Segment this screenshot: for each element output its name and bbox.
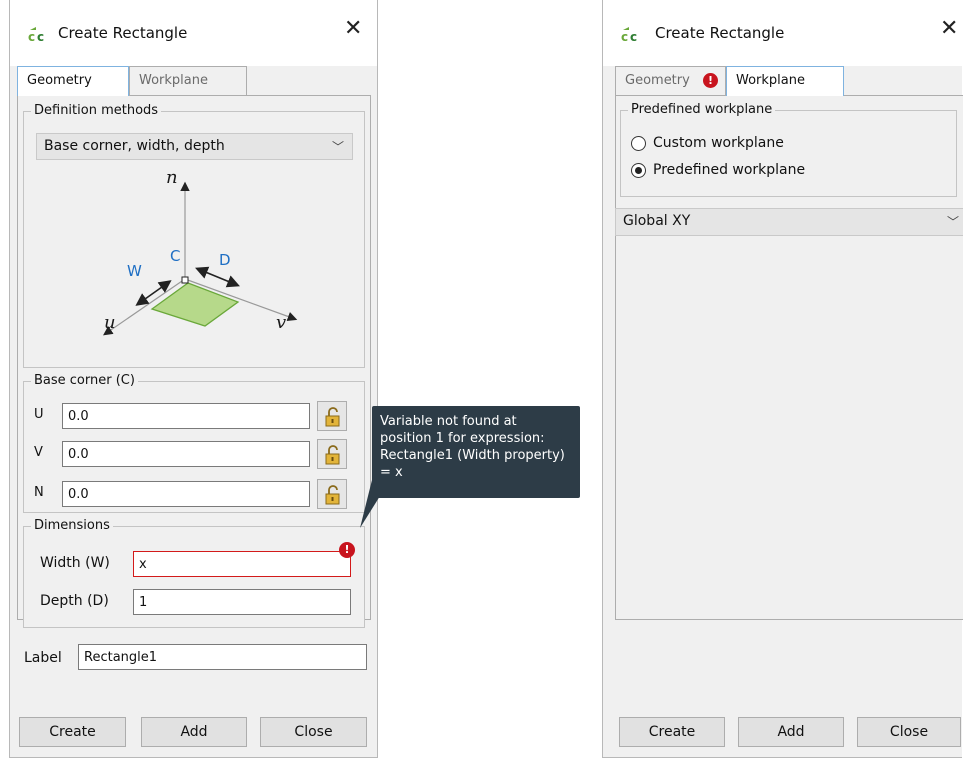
definition-methods-group: Definition methods Base corner, width, d… xyxy=(23,103,365,368)
definition-method-select[interactable]: Base corner, width, depth ﹀ xyxy=(36,133,353,160)
group-title: Definition methods xyxy=(31,103,162,118)
lock-u-button[interactable] xyxy=(317,401,347,431)
error-icon: ! xyxy=(339,542,355,558)
unlock-icon xyxy=(325,407,340,427)
left-title-bar: c c Create Rectangle ✕ xyxy=(10,0,377,66)
selected-value: Global XY xyxy=(623,213,691,229)
depth-input[interactable]: 1 xyxy=(133,589,351,615)
field-label-v: V xyxy=(34,445,43,460)
radio-label: Predefined workplane xyxy=(653,162,806,178)
svg-text:c: c xyxy=(37,30,44,42)
predefined-workplane-group: Predefined workplane Custom workplane Pr… xyxy=(620,102,957,197)
group-title: Dimensions xyxy=(31,518,113,533)
tab-geometry[interactable]: Geometry ! xyxy=(615,66,726,95)
chevron-down-icon: ﹀ xyxy=(331,140,344,154)
unlock-icon xyxy=(325,485,340,505)
svg-text:c: c xyxy=(621,30,628,42)
dimension-label-w: W xyxy=(127,262,142,280)
u-coordinate-input[interactable]: 0.0 xyxy=(62,403,310,429)
dimension-label-c: C xyxy=(170,247,181,265)
selected-value: Base corner, width, depth xyxy=(44,138,225,154)
radio-button[interactable] xyxy=(631,136,646,151)
lock-v-button[interactable] xyxy=(317,439,347,469)
tab-label: Workplane xyxy=(736,73,805,88)
close-button[interactable]: Close xyxy=(260,717,367,747)
tab-label: Geometry xyxy=(27,73,92,88)
dimensions-group: Dimensions Width (W) x ! Depth (D) 1 xyxy=(23,518,365,628)
dialog-title: Create Rectangle xyxy=(58,24,188,42)
axis-label-v: v xyxy=(276,312,287,333)
svg-text:c: c xyxy=(28,30,35,42)
base-corner-group: Base corner (C) U 0.0 V 0.0 N 0.0 xyxy=(23,373,365,513)
n-coordinate-input[interactable]: 0.0 xyxy=(62,481,310,507)
right-title-bar: c c Create Rectangle ✕ xyxy=(603,0,962,66)
axis-label-n: n xyxy=(166,167,178,188)
v-coordinate-input[interactable]: 0.0 xyxy=(62,441,310,467)
group-title: Predefined workplane xyxy=(628,102,776,117)
create-button[interactable]: Create xyxy=(19,717,126,747)
dimension-label-d: D xyxy=(219,251,231,269)
dialog-title: Create Rectangle xyxy=(655,24,785,42)
depth-label: Depth (D) xyxy=(40,593,109,609)
left-dialog: c c Create Rectangle ✕ Geometry Workplan… xyxy=(9,0,378,758)
app-icon: c c xyxy=(621,27,637,42)
field-label-n: N xyxy=(34,485,44,500)
unlock-icon xyxy=(325,445,340,465)
tab-workplane[interactable]: Workplane xyxy=(726,66,844,96)
width-label: Width (W) xyxy=(40,555,110,571)
rectangle-definition-diagram xyxy=(103,181,298,336)
add-button[interactable]: Add xyxy=(738,717,844,747)
workplane-select[interactable]: Global XY ﹀ xyxy=(615,208,963,236)
lock-n-button[interactable] xyxy=(317,479,347,509)
geometry-tab-pane: Definition methods Base corner, width, d… xyxy=(17,95,371,628)
tab-workplane[interactable]: Workplane xyxy=(129,66,247,95)
tab-label: Geometry xyxy=(625,73,690,88)
tab-geometry[interactable]: Geometry xyxy=(17,66,129,96)
width-input[interactable]: x xyxy=(133,551,351,577)
error-tooltip: Variable not found at position 1 for exp… xyxy=(372,406,580,498)
field-label-u: U xyxy=(34,407,44,422)
create-button[interactable]: Create xyxy=(619,717,725,747)
close-icon[interactable]: ✕ xyxy=(344,18,362,40)
radio-button[interactable] xyxy=(631,163,646,178)
workplane-tab-pane: Predefined workplane Custom workplane Pr… xyxy=(615,95,963,620)
right-dialog: c c Create Rectangle ✕ Geometry ! Workpl… xyxy=(602,0,963,758)
app-icon: c c xyxy=(28,27,44,42)
label-input[interactable]: Rectangle1 xyxy=(78,644,367,670)
axis-label-u: u xyxy=(104,312,116,333)
add-button[interactable]: Add xyxy=(141,717,247,747)
label-caption: Label xyxy=(24,650,62,666)
svg-text:c: c xyxy=(630,30,637,42)
group-title: Base corner (C) xyxy=(31,373,138,388)
tab-label: Workplane xyxy=(139,73,208,88)
chevron-down-icon: ﹀ xyxy=(946,215,959,229)
close-button[interactable]: Close xyxy=(857,717,961,747)
error-icon: ! xyxy=(703,73,718,88)
radio-label: Custom workplane xyxy=(653,135,784,151)
close-icon[interactable]: ✕ xyxy=(940,18,958,40)
